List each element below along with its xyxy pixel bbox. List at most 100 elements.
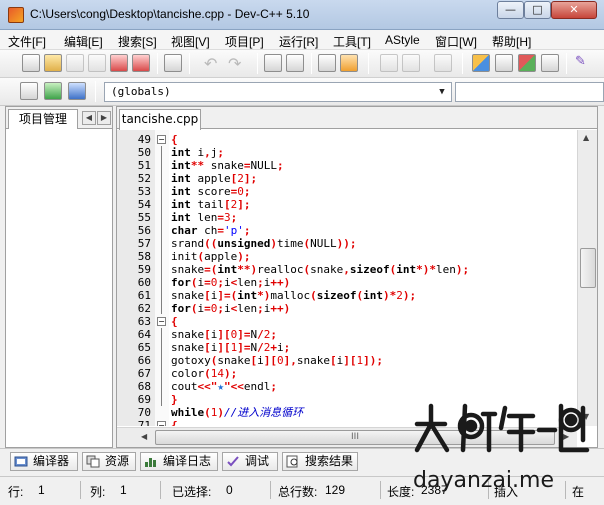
comment-icon[interactable] [434,54,452,72]
code-line[interactable]: { [171,419,178,426]
scroll-up-icon[interactable]: ▲ [583,133,589,142]
code-line[interactable]: int score=0; [171,185,251,198]
code-line[interactable]: char ch='p'; [171,224,251,237]
code-line[interactable]: while(1)//进入消息循环 [171,406,303,419]
open-file-icon[interactable] [44,54,62,72]
vertical-scrollbar[interactable]: ▲ ▼ [577,130,597,426]
code-line[interactable]: int tail[2]; [171,198,251,211]
minimize-button[interactable]: — [497,1,524,19]
tab-debug-label: 调试 [245,454,270,468]
class-toolbar: (globals) ▼ [0,78,604,106]
grid-icon[interactable] [541,54,559,72]
status-col-label: 列: [90,485,106,499]
tab-next-arrow-icon[interactable]: ▶ [97,111,111,125]
scroll-down-icon[interactable]: ▼ [583,412,589,421]
toolbar-separator [462,53,463,74]
code-line[interactable]: color(14); [171,367,237,380]
line-number: 71 [137,419,151,426]
code-line[interactable]: init(apple); [171,250,251,263]
layout-icon[interactable] [472,54,490,72]
menu-run[interactable]: 运行[R] [279,33,318,50]
code-line[interactable]: { [171,315,178,328]
code-line[interactable]: int** snake=NULL; [171,159,284,172]
globals-combobox[interactable]: (globals) ▼ [104,82,452,102]
tab-resources[interactable]: 资源 [82,452,136,471]
redo-icon[interactable]: ↷ [228,54,246,73]
code-line[interactable]: gotoxy(snake[i][0],snake[i][1]); [171,354,383,367]
code-editor[interactable]: {int i,j; int** snake=NULL; int apple[2]; i… [169,130,577,426]
status-row-value: 1 [38,483,45,497]
close-file-icon[interactable] [110,54,128,72]
goto-icon[interactable] [44,82,62,100]
color-scheme-icon[interactable] [518,54,536,72]
bookmark-prev-icon[interactable] [380,54,398,72]
code-line[interactable]: snake[i]=(int*)malloc(sizeof(int)*2); [171,289,416,302]
save-all-icon[interactable] [88,54,106,72]
search-results-icon [286,455,298,468]
save-icon[interactable] [66,54,84,72]
unindent-icon[interactable] [340,54,358,72]
indent-icon[interactable] [318,54,336,72]
status-separator [270,481,271,499]
undo-icon[interactable]: ↶ [204,54,222,73]
status-separator [380,481,381,499]
tab-tancishe-cpp[interactable]: tancishe.cpp [119,109,201,130]
find-icon[interactable] [264,54,282,72]
scroll-grip: III [351,432,359,442]
line-number: 59 [137,263,151,276]
status-extra: 在 [572,485,585,499]
insert-icon[interactable] [20,82,38,100]
replace-icon[interactable] [286,54,304,72]
menu-help[interactable]: 帮助[H] [492,33,531,50]
tab-debug[interactable]: 调试 [222,452,278,471]
new-file-icon[interactable] [22,54,40,72]
code-line[interactable]: snake=(int**)realloc(snake,sizeof(int*)*… [171,263,469,276]
vertical-scroll-thumb[interactable] [580,248,596,288]
code-line[interactable]: int len=3; [171,211,237,224]
line-number: 56 [137,224,151,237]
scroll-left-icon[interactable]: ◀ [141,432,147,441]
bookmark-next-icon[interactable] [402,54,420,72]
menu-window[interactable]: 窗口[W] [435,33,477,50]
code-line[interactable]: int apple[2]; [171,172,257,185]
code-line[interactable]: int i,j; [171,146,224,159]
code-line[interactable]: snake[i][1]=N/2+i; [171,341,290,354]
tab-compile-log[interactable]: 编译日志 [140,452,218,471]
scroll-right-icon[interactable]: ▶ [563,432,569,441]
toolbar-separator [157,53,158,74]
code-line[interactable]: srand((unsigned)time(NULL)); [171,237,356,250]
fold-toggle-icon[interactable]: − [157,135,166,144]
fold-toggle-icon[interactable]: − [157,421,166,426]
tab-project-manager[interactable]: 项目管理 [8,109,78,129]
code-line[interactable]: for(i=0;i<len;i++) [171,302,290,315]
menu-file[interactable]: 文件[F] [8,33,46,50]
pen-icon[interactable]: ✎ [575,54,593,72]
code-line[interactable]: } [171,393,178,406]
code-line[interactable]: { [171,133,178,146]
line-number: 51 [137,159,151,172]
members-combobox[interactable] [455,82,604,102]
menu-search[interactable]: 搜索[S] [118,33,157,50]
menu-astyle[interactable]: AStyle [385,33,420,47]
maximize-button[interactable]: □ [524,1,551,19]
fold-toggle-icon[interactable]: − [157,317,166,326]
line-number: 64 [137,328,151,341]
code-line[interactable]: cout<<"★"<<endl; [171,380,277,393]
tab-compiler[interactable]: 编译器 [10,452,78,471]
tab-prev-arrow-icon[interactable]: ◀ [82,111,96,125]
bookmark-icon[interactable] [68,82,86,100]
close-button[interactable]: ✕ [551,1,597,19]
tab-search-results[interactable]: 搜索结果 [282,452,358,471]
code-line[interactable]: for(i=0;i<len;i++) [171,276,290,289]
menu-edit[interactable]: 编辑[E] [64,33,103,50]
close-all-icon[interactable] [132,54,150,72]
print-icon[interactable] [164,54,182,72]
menu-project[interactable]: 项目[P] [225,33,264,50]
horizontal-scroll-thumb[interactable]: III [155,430,555,445]
menu-view[interactable]: 视图[V] [171,33,210,50]
horizontal-scrollbar[interactable]: ◀ III ▶ [117,427,577,447]
window-icon[interactable] [495,54,513,72]
bottom-tabs: 编译器 资源 编译日志 调试 搜索结果 [0,448,604,472]
code-line[interactable]: snake[i][0]=N/2; [171,328,277,341]
menu-tools[interactable]: 工具[T] [333,33,371,50]
